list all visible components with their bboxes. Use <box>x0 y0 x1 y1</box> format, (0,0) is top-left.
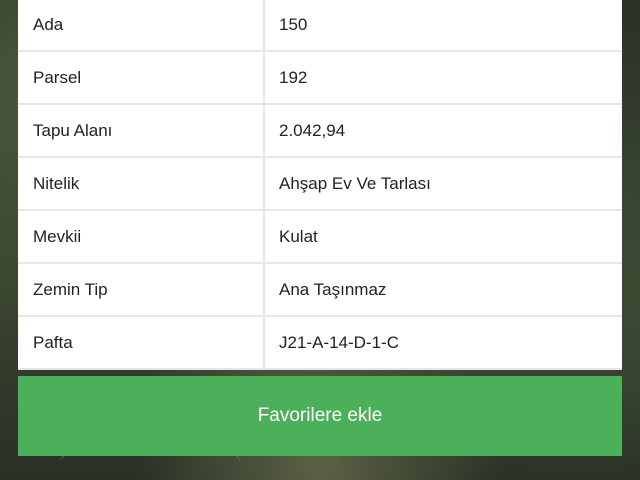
row-value: 150 <box>279 15 308 34</box>
row-label: Zemin Tip <box>18 264 265 315</box>
table-row-ada: Ada 150 <box>18 0 622 52</box>
table-row-zemin-tip: Zemin Tip Ana Taşınmaz <box>18 264 622 317</box>
table-row-tapu-alani: Tapu Alanı 2.042,94 <box>18 105 622 158</box>
row-value: Ahşap Ev Ve Tarlası <box>279 173 431 193</box>
table-row-pafta: Pafta J21-A-14-D-1-C <box>18 317 622 370</box>
add-to-favorites-label: Favorilere ekle <box>257 405 383 426</box>
row-label: Ada <box>18 0 265 50</box>
row-label: Mevkii <box>18 211 265 262</box>
row-label: Tapu Alanı <box>18 105 265 156</box>
parcel-info-table: Ada 150 Parsel 192 Tapu Alanı 2.042,94 N… <box>18 0 622 370</box>
add-to-favorites-button[interactable]: Favorilere ekle <box>18 376 622 456</box>
table-row-nitelik: Nitelik Ahşap Ev Ve Tarlası <box>18 158 622 211</box>
row-value: 192 <box>279 67 308 87</box>
row-label: Pafta <box>18 317 265 368</box>
row-value: Kulat <box>279 226 318 246</box>
row-value: 2.042,94 <box>279 120 346 140</box>
table-row-parsel: Parsel 192 <box>18 52 622 105</box>
row-label: Parsel <box>18 52 265 103</box>
row-value: Ana Taşınmaz <box>279 279 387 299</box>
row-label: Nitelik <box>18 158 265 209</box>
row-value: J21-A-14-D-1-C <box>279 332 399 352</box>
table-row-mevkii: Mevkii Kulat <box>18 211 622 264</box>
